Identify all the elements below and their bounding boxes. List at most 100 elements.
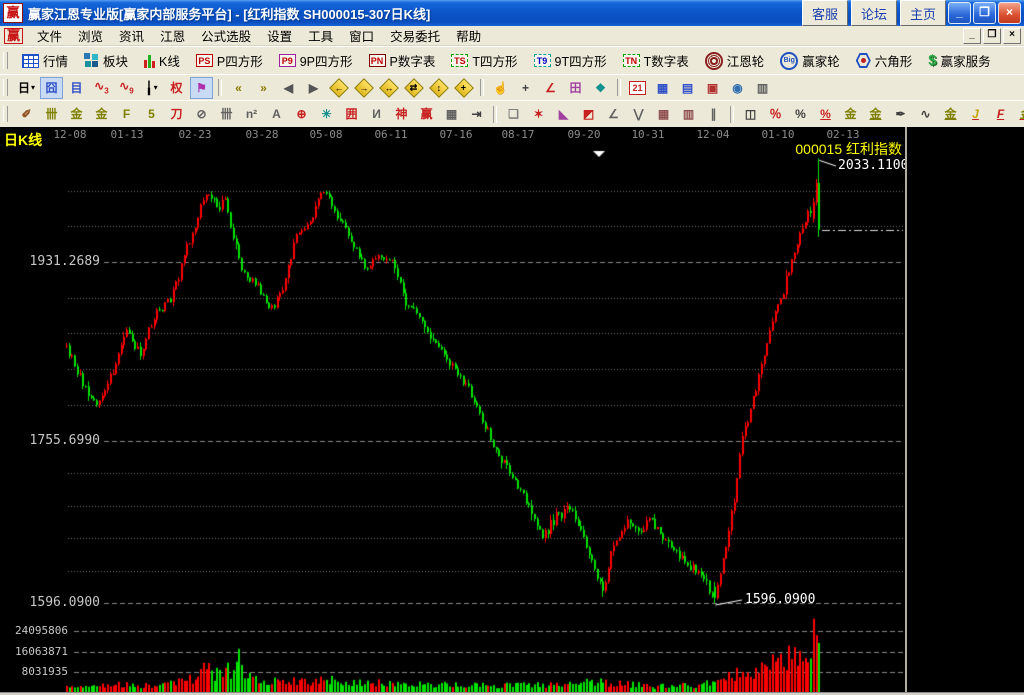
grid-a-button[interactable]: ▦ [652, 103, 675, 125]
menu-item-8[interactable]: 交易委托 [382, 24, 448, 47]
toolbar-box-button-6[interactable]: TST四方形 [443, 49, 525, 72]
candle-style-selector-button[interactable]: ╽▾ [140, 77, 163, 99]
last-screen-button[interactable]: » [252, 77, 275, 99]
shen-marker-button[interactable]: 神 [390, 103, 413, 125]
customer-service-button[interactable]: 客服 [802, 0, 848, 26]
pattern-tool-button[interactable]: ❖ [589, 77, 612, 99]
wave-3-button[interactable]: ∿3 [90, 77, 113, 99]
menu-item-3[interactable]: 江恩 [152, 24, 193, 47]
toolbar-bigwheel-button-10[interactable]: Big赢家轮 [772, 49, 848, 72]
menu-item-2[interactable]: 资讯 [111, 24, 152, 47]
print-button[interactable]: ▥ [751, 77, 774, 99]
child-restore-button[interactable]: ❐ [983, 28, 1001, 44]
toolbar-grip[interactable] [3, 52, 8, 70]
v-lines-button[interactable]: ⋁ [627, 103, 650, 125]
calendar-button[interactable]: 21 [626, 77, 649, 99]
save-image-button[interactable]: ▣ [701, 77, 724, 99]
angle-lines-button[interactable]: ∠ [602, 103, 625, 125]
percent-slash-button[interactable]: ％ [764, 103, 787, 125]
restore-button[interactable]: ❐ [973, 2, 996, 24]
a-marker-button[interactable]: A [265, 103, 288, 125]
menu-item-1[interactable]: 浏览 [70, 24, 111, 47]
first-screen-button[interactable]: « [227, 77, 250, 99]
menu-item-9[interactable]: 帮助 [448, 24, 489, 47]
forum-button[interactable]: 论坛 [851, 0, 897, 26]
gold-line-button[interactable]: 金 [864, 103, 887, 125]
parallel-lines-button[interactable]: ∥ [702, 103, 725, 125]
toolbar-box-button-5[interactable]: PNP数字表 [361, 49, 444, 72]
child-minimize-button[interactable]: _ [963, 28, 981, 44]
toolbar-box-button-7[interactable]: T99T四方形 [526, 49, 615, 72]
circle-cross-button[interactable]: ⊕ [290, 103, 313, 125]
homepage-button[interactable]: 主页 [900, 0, 946, 26]
flag-mark-button[interactable]: ⚑ [190, 77, 213, 99]
gold-pyramid-b-button[interactable]: 金 [90, 103, 113, 125]
percent-line-button[interactable]: % [814, 103, 837, 125]
toolbar-grid-button-0[interactable]: 行情 [14, 49, 76, 72]
toolbar-box-button-3[interactable]: PSP四方形 [188, 49, 271, 72]
toolbar-grip[interactable] [3, 106, 8, 123]
time-circle-button[interactable]: ⊘ [190, 103, 213, 125]
red-knife-button[interactable]: 刀 [165, 103, 188, 125]
restore-rights-button[interactable]: 权 [165, 77, 188, 99]
red-grid-box-button[interactable]: 囲 [340, 103, 363, 125]
angle-gold-button[interactable]: 金 [1014, 103, 1024, 125]
title-bar[interactable]: 赢 赢家江恩专业版[赢家内部服务平台] - [红利指数 SH000015-307… [0, 0, 1024, 26]
ray-fan-button[interactable]: ✶ [527, 103, 550, 125]
pen-ink-button[interactable]: ✒ [889, 103, 912, 125]
toolbar-grip[interactable] [3, 79, 8, 95]
gann-grid-tool-button[interactable]: 田 [564, 77, 587, 99]
grid-123-button[interactable]: ▦ [440, 103, 463, 125]
gold-base-button[interactable]: 金 [939, 103, 962, 125]
close-button[interactable]: × [998, 2, 1021, 24]
menu-item-5[interactable]: 设置 [259, 24, 300, 47]
web-export-button[interactable]: ◉ [726, 77, 749, 99]
angle-j-button[interactable]: J [964, 103, 987, 125]
angle-measure-button[interactable]: ∠ [539, 77, 562, 99]
crosshair-button[interactable]: + [514, 77, 537, 99]
toolbar-candles-button-2[interactable]: K线 [136, 49, 188, 72]
toolbar-box-button-8[interactable]: TNT数字表 [615, 49, 697, 72]
width-arrow-button[interactable]: ⇥ [465, 103, 488, 125]
kline-canvas[interactable] [0, 127, 905, 692]
toolbar-wheel-button-9[interactable]: 江恩轮 [697, 49, 773, 72]
toolbar-blocks-button-1[interactable]: 板块 [76, 49, 136, 72]
child-close-button[interactable]: × [1003, 28, 1021, 44]
realtime-graph-toggle-button[interactable]: 囧 [40, 77, 63, 99]
toolbar-box-button-4[interactable]: P99P四方形 [271, 49, 361, 72]
zigzag-tool-button[interactable]: И [365, 103, 388, 125]
menu-item-6[interactable]: 工具 [300, 24, 341, 47]
expand-vertical-button[interactable]: ↕ [427, 77, 450, 99]
ying-marker-button[interactable]: 赢 [415, 103, 438, 125]
shaded-fan-button[interactable]: ◩ [577, 103, 600, 125]
locate-bar-button[interactable]: + [452, 77, 475, 99]
angle-f-button[interactable]: F [989, 103, 1012, 125]
frame-tool-button[interactable]: ❏ [502, 103, 525, 125]
gold-pyramid-a-button[interactable]: 金 [65, 103, 88, 125]
prev-screen-button[interactable]: ◀ [277, 77, 300, 99]
info-list-button[interactable]: 目 [65, 77, 88, 99]
wave-box-button[interactable]: ∿ [914, 103, 937, 125]
percent-button[interactable]: % [789, 103, 812, 125]
minimize-button[interactable]: _ [948, 2, 971, 24]
comb-lines-button[interactable]: 卌 [40, 103, 63, 125]
next-screen-button[interactable]: ▶ [302, 77, 325, 99]
period-day-selector-button[interactable]: 日▾ [15, 77, 38, 99]
f-tool-button[interactable]: F [115, 103, 138, 125]
gann-fan-button[interactable]: ◣ [552, 103, 575, 125]
wave-9-button[interactable]: ∿9 [115, 77, 138, 99]
menu-item-0[interactable]: 文件 [29, 24, 70, 47]
swap-view-button[interactable]: ⇄ [402, 77, 425, 99]
expand-horizontal-button[interactable]: ↔ [377, 77, 400, 99]
menu-item-7[interactable]: 窗口 [341, 24, 382, 47]
five-spiral-button[interactable]: 5 [140, 103, 163, 125]
toolbar-hexagon-button-11[interactable]: 六角形 [848, 49, 921, 72]
menu-item-4[interactable]: 公式选股 [193, 24, 259, 47]
knife-line-button[interactable]: ✐ [15, 103, 38, 125]
grid-b-button[interactable]: ▥ [677, 103, 700, 125]
notepad-button[interactable]: ▤ [676, 77, 699, 99]
n-square-button[interactable]: n² [240, 103, 263, 125]
calculator-button[interactable]: ▦ [651, 77, 674, 99]
toolbar-dollar-button-12[interactable]: $赢家服务 [920, 49, 998, 72]
expand-x-button[interactable]: → [352, 77, 375, 99]
